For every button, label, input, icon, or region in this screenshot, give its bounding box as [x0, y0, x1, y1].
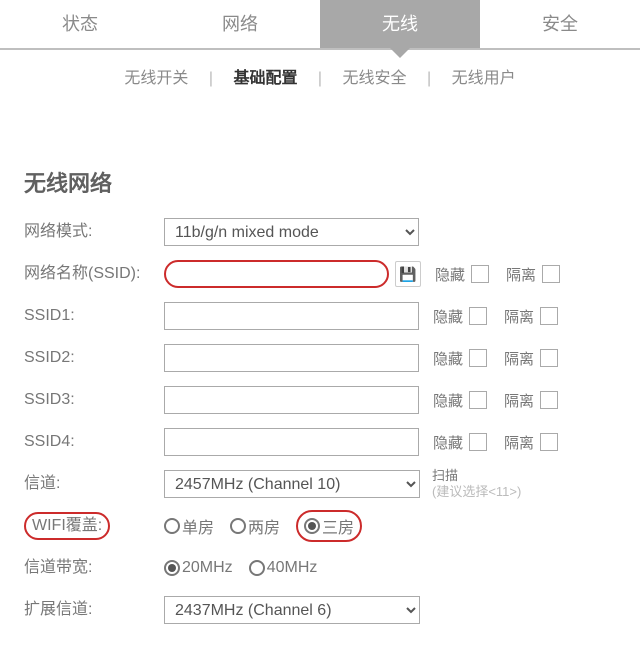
label-ssid4: SSID4: — [24, 432, 164, 451]
checkbox-isolate-2[interactable]: 隔离 — [504, 346, 561, 370]
label-ssid3: SSID3: — [24, 390, 164, 409]
content-area: 无线网络 网络模式: 11b/g/n mixed mode 网络名称(SSID)… — [0, 96, 640, 656]
select-ext-channel[interactable]: 2437MHz (Channel 6) — [164, 596, 420, 624]
tab-wireless-label: 无线 — [382, 14, 418, 34]
input-ssid-main[interactable] — [164, 260, 389, 288]
subnav-separator: | — [306, 70, 334, 88]
row-ssid4: SSID4: 隐藏 隔离 — [24, 426, 624, 458]
tab-active-arrow-icon — [390, 48, 410, 58]
scan-hint: (建议选择<11>) — [432, 484, 521, 500]
label-channel: 信道: — [24, 474, 164, 493]
row-ext-channel: 扩展信道: 2437MHz (Channel 6) — [24, 594, 624, 626]
checkbox-isolate-1[interactable]: 隔离 — [504, 304, 561, 328]
highlight-coverage-label: WIFI覆盖: — [24, 512, 110, 539]
checkbox-hide-4[interactable]: 隐藏 — [433, 430, 490, 454]
input-ssid2[interactable] — [164, 344, 419, 372]
radio-icon — [249, 560, 265, 576]
radio-bandwidth-20[interactable]: 20MHz — [164, 559, 233, 577]
subnav-separator: | — [197, 70, 225, 88]
radio-icon — [230, 518, 246, 534]
row-channel: 信道: 2457MHz (Channel 10) 扫描 (建议选择<11>) — [24, 468, 624, 500]
radio-coverage-1room[interactable]: 单房 — [164, 514, 214, 538]
checkbox-hide-main[interactable]: 隐藏 — [435, 262, 492, 286]
radio-coverage-2room[interactable]: 两房 — [230, 514, 280, 538]
row-ssid1: SSID1: 隐藏 隔离 — [24, 300, 624, 332]
radio-bandwidth-40[interactable]: 40MHz — [249, 559, 318, 577]
label-ssid1: SSID1: — [24, 306, 164, 325]
label-ssid2: SSID2: — [24, 348, 164, 367]
checkbox-isolate-3[interactable]: 隔离 — [504, 388, 561, 412]
save-icon[interactable]: 💾 — [395, 261, 421, 287]
checkbox-hide-3[interactable]: 隐藏 — [433, 388, 490, 412]
label-ext-channel: 扩展信道: — [24, 600, 164, 619]
select-network-mode[interactable]: 11b/g/n mixed mode — [164, 218, 419, 246]
tab-wireless[interactable]: 无线 — [320, 0, 480, 48]
subtab-users[interactable]: 无线用户 — [448, 64, 520, 88]
label-coverage: WIFI覆盖: — [24, 512, 164, 539]
row-ssid2: SSID2: 隐藏 隔离 — [24, 342, 624, 374]
top-nav: 状态 网络 无线 安全 — [0, 0, 640, 50]
row-ssid-main: 网络名称(SSID): 💾 隐藏 隔离 — [24, 258, 624, 290]
tab-status[interactable]: 状态 — [0, 0, 160, 48]
radio-icon — [164, 518, 180, 534]
select-channel[interactable]: 2457MHz (Channel 10) — [164, 470, 420, 498]
radio-coverage-3room[interactable]: 三房 — [304, 514, 354, 538]
radio-icon — [164, 560, 180, 576]
row-ssid3: SSID3: 隐藏 隔离 — [24, 384, 624, 416]
tab-network[interactable]: 网络 — [160, 0, 320, 48]
row-coverage: WIFI覆盖: 单房 两房 三房 — [24, 510, 624, 542]
highlight-coverage-3room: 三房 — [296, 510, 362, 542]
checkbox-isolate-main[interactable]: 隔离 — [506, 262, 563, 286]
row-bandwidth: 信道带宽: 20MHz 40MHz — [24, 552, 624, 584]
sub-nav: 无线开关 | 基础配置 | 无线安全 | 无线用户 — [0, 50, 640, 96]
scan-link[interactable]: 扫描 — [432, 468, 521, 484]
label-ssid-main: 网络名称(SSID): — [24, 264, 164, 283]
checkbox-isolate-4[interactable]: 隔离 — [504, 430, 561, 454]
row-network-mode: 网络模式: 11b/g/n mixed mode — [24, 216, 624, 248]
tab-security[interactable]: 安全 — [480, 0, 640, 48]
input-ssid1[interactable] — [164, 302, 419, 330]
subtab-security[interactable]: 无线安全 — [339, 64, 411, 88]
checkbox-hide-1[interactable]: 隐藏 — [433, 304, 490, 328]
checkbox-hide-2[interactable]: 隐藏 — [433, 346, 490, 370]
radio-icon — [304, 518, 320, 534]
label-mode: 网络模式: — [24, 222, 164, 241]
subtab-basic[interactable]: 基础配置 — [229, 64, 301, 88]
label-bandwidth: 信道带宽: — [24, 558, 164, 577]
subtab-switch[interactable]: 无线开关 — [120, 64, 192, 88]
input-ssid4[interactable] — [164, 428, 419, 456]
input-ssid3[interactable] — [164, 386, 419, 414]
section-title: 无线网络 — [24, 166, 624, 198]
subnav-separator: | — [415, 70, 443, 88]
